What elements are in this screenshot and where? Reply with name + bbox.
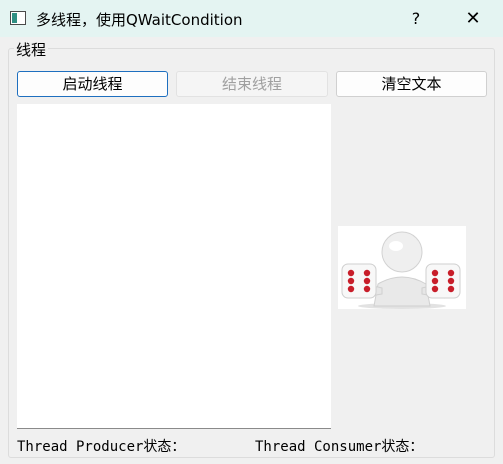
producer-status-label: Thread Producer状态： <box>17 439 186 455</box>
help-button[interactable]: ? <box>400 0 432 37</box>
groupbox-title: 线程 <box>14 39 49 60</box>
start-thread-button[interactable]: 启动线程 <box>17 71 168 97</box>
dice-figure-image <box>338 226 466 309</box>
title-bar[interactable]: 多线程，使用QWaitCondition ? ✕ <box>0 0 503 37</box>
clear-text-button[interactable]: 清空文本 <box>336 71 487 97</box>
consumer-status-label: Thread Consumer状态： <box>255 439 424 455</box>
app-window-icon <box>10 11 26 25</box>
log-text-area[interactable] <box>17 104 331 429</box>
window-title: 多线程，使用QWaitCondition <box>36 11 243 29</box>
close-button[interactable]: ✕ <box>455 0 491 37</box>
stop-thread-button[interactable]: 结束线程 <box>176 71 328 97</box>
